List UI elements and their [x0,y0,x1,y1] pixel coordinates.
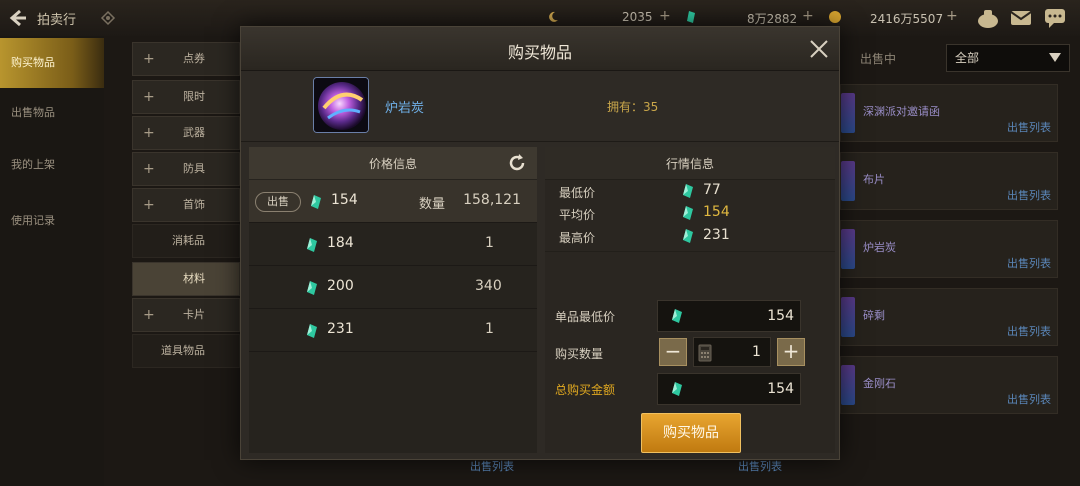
list-item[interactable]: 金刚石 出售列表 [840,356,1058,414]
max-price-value: 231 [703,227,730,243]
category-item[interactable]: 道具物品 [132,334,240,368]
filter-label: 出售中 [860,52,897,66]
gold-coin-icon [829,11,841,23]
quantity-value: 1 [485,235,494,251]
gem-icon [672,382,682,396]
list-item[interactable]: 布片 出售列表 [840,152,1058,210]
total-price-value: 154 [767,381,794,397]
decrease-quantity-button[interactable]: − [659,338,687,366]
total-price-field: 154 [657,373,801,405]
min-price-label: 最低价 [559,186,596,200]
dialog-title: 购买物品 [507,43,572,62]
sell-list-link[interactable]: 出售列表 [470,458,514,474]
list-item[interactable]: 深渊派对邀请函 出售列表 [840,84,1058,142]
nav-sell-items[interactable]: 出售物品 [0,88,104,138]
category-item[interactable]: + 防具 [132,152,240,186]
sell-tag: 出售 [255,192,301,212]
category-item[interactable]: + 点券 [132,42,240,76]
filter-select[interactable]: 全部 [946,44,1070,72]
nav-usage-records[interactable]: 使用记录 [0,196,104,246]
gem-icon [687,11,695,23]
add-gold-button[interactable]: + [946,8,958,24]
add-gem-button[interactable]: + [802,8,814,24]
buy-item-button[interactable]: 购买物品 [641,413,741,453]
category-item[interactable]: + 武器 [132,116,240,150]
bag-icon[interactable] [976,7,1000,29]
market-info-title: 行情信息 [665,157,714,171]
gem-icon [311,195,321,209]
avg-price-value: 154 [703,204,730,220]
gem-icon [672,309,682,323]
price-row[interactable]: 出售 154 数量 158,121 [249,180,537,223]
total-price-label: 总购买金额 [555,383,616,397]
list-item[interactable]: 炉岩炭 出售列表 [840,220,1058,278]
gem-icon [683,206,693,220]
price-value: 231 [327,321,354,337]
price-info-title: 价格信息 [368,157,417,171]
refresh-icon[interactable] [507,153,527,173]
nav-my-listings[interactable]: 我的上架 [0,140,104,190]
sell-list-link[interactable]: 出售列表 [738,458,782,474]
category-item-active[interactable]: 材料 [132,262,240,296]
nav-buy-items[interactable]: 购买物品 [0,38,104,88]
gem-icon [307,281,317,295]
unit-price-label: 单品最低价 [555,310,616,324]
item-icon [313,77,369,133]
category-item[interactable]: 消耗品 [132,224,240,258]
buy-item-dialog: 购买物品 炉岩炭 拥有：35 价格信息 出售 154 数量 158,121 18… [240,26,840,460]
quantity-value: 1 [752,344,761,360]
category-item[interactable]: + 首饰 [132,188,240,222]
price-info-panel: 价格信息 出售 154 数量 158,121 184 1 200 340 231 [249,147,537,453]
quantity-value: 1 [485,321,494,337]
app-title: 拍卖行 [37,13,77,28]
dialog-header: 购买物品 [241,27,839,71]
back-arrow-icon[interactable] [8,8,28,28]
divider [241,141,839,142]
category-item[interactable]: + 限时 [132,80,240,114]
price-value: 154 [331,192,358,208]
gem-value: 8万2882 [747,12,798,26]
quantity-input[interactable]: 1 [693,337,771,367]
price-row[interactable]: 200 340 [249,266,537,309]
gem-icon [307,324,317,338]
quantity-label: 购买数量 [555,347,604,361]
price-row[interactable]: 231 1 [249,309,537,352]
item-name: 炉岩炭 [385,101,425,116]
unit-price-value: 154 [767,308,794,324]
quantity-value: 340 [475,278,502,294]
dropdown-arrow-icon [1049,53,1061,62]
help-icon[interactable] [100,10,116,26]
owned-count: 拥有：35 [607,100,659,114]
min-price-value: 77 [703,182,721,198]
increase-quantity-button[interactable]: + [777,338,805,366]
gem-icon [683,229,693,243]
avg-price-label: 平均价 [559,208,596,222]
add-moon-coin-button[interactable]: + [659,8,671,24]
unit-price-field: 154 [657,300,801,332]
quantity-label: 数量 [419,197,446,212]
mail-icon[interactable] [1009,7,1033,29]
close-icon[interactable] [807,37,831,61]
gold-coin-value: 2416万5507 [870,12,944,26]
quantity-value: 158,121 [463,192,521,208]
price-value: 200 [327,278,354,294]
market-info-panel: 行情信息 最低价 77 平均价 154 最高价 231 单品最低价 154 购买… [545,147,835,453]
price-value: 184 [327,235,354,251]
chat-icon[interactable] [1043,7,1067,29]
gem-icon [307,238,317,252]
market-info-header: 行情信息 [545,147,835,179]
calculator-icon[interactable] [698,344,712,362]
list-item[interactable]: 碎剩 出售列表 [840,288,1058,346]
gem-icon [683,184,693,198]
price-info-header: 价格信息 [249,147,537,179]
category-item[interactable]: + 卡片 [132,298,240,332]
price-row[interactable]: 184 1 [249,223,537,266]
moon-coin-value: 2035 [622,10,653,24]
side-nav: 购买物品 出售物品 我的上架 使用记录 [0,36,104,486]
moon-coin-icon [549,11,558,22]
max-price-label: 最高价 [559,231,596,245]
